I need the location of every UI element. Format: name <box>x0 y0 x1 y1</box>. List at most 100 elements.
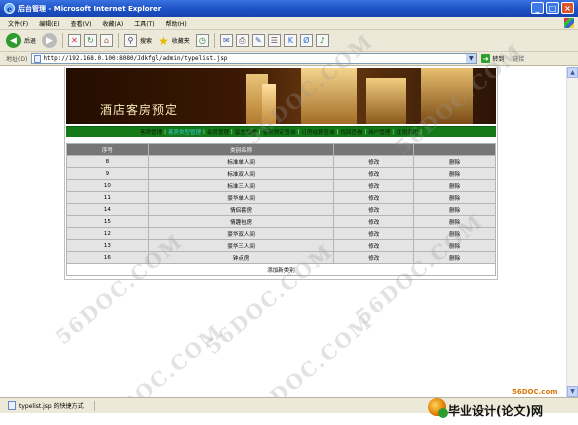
hotel-banner: 酒店客房预定 <box>66 68 496 124</box>
nav-find-view[interactable]: 找回查看 <box>339 128 363 136</box>
page-icon <box>8 401 16 410</box>
menu-edit[interactable]: 编辑(E) <box>39 19 59 28</box>
edit-link[interactable]: 修改 <box>333 227 415 240</box>
nav-room-management[interactable]: 客房管理 <box>139 128 163 136</box>
menu-help[interactable]: 帮助(H) <box>166 19 187 28</box>
nav-user-management[interactable]: 用户管理 <box>367 128 391 136</box>
delete-link[interactable]: 删除 <box>413 239 496 252</box>
row-id: 12 <box>66 227 149 240</box>
nav-checkout-query[interactable]: 订房结算查询 <box>300 128 335 136</box>
edit-icon[interactable]: ✎ <box>251 34 265 47</box>
window-controls: _ □ × <box>531 2 574 14</box>
column-header-delete <box>413 143 496 156</box>
media-icon[interactable]: ♪ <box>315 34 329 47</box>
scroll-up-icon[interactable]: ▲ <box>567 67 578 78</box>
menu-tools[interactable]: 工具(T) <box>134 19 154 28</box>
table-row: 14 情侣套房 修改 删除 <box>66 203 496 216</box>
address-url[interactable]: http://192.168.0.100:8080/Jdkfgl/admin/t… <box>43 55 227 62</box>
delete-link[interactable]: 删除 <box>413 179 496 192</box>
edit-link[interactable]: 修改 <box>333 215 415 228</box>
search-button-label[interactable]: 搜索 <box>140 36 152 45</box>
row-id: 10 <box>66 179 149 192</box>
page-content: 酒店客房预定 客房管理 | 客房类型管理 | 会员管理 | 留言管理 | 客房预定查询 |… <box>0 29 566 425</box>
go-button[interactable]: ➜ 转到 <box>481 54 504 63</box>
delete-link[interactable]: 删除 <box>413 215 496 228</box>
address-input[interactable]: http://192.168.0.100:8080/Jdkfgl/admin/t… <box>31 53 478 64</box>
add-type-link[interactable]: 添加新类别 <box>66 263 496 276</box>
table-row: 11 豪华单人间 修改 删除 <box>66 191 496 204</box>
vertical-scrollbar[interactable]: ▲ ▼ <box>566 67 578 397</box>
row-type-name: 标准双人间 <box>147 167 335 180</box>
banner-building <box>262 84 276 124</box>
banner-building <box>366 78 406 124</box>
row-type-name: 情趣包房 <box>147 215 335 228</box>
discuss-icon[interactable]: ☰ <box>267 34 281 47</box>
delete-link[interactable]: 删除 <box>413 203 496 216</box>
close-button[interactable]: × <box>561 2 574 14</box>
nav-logout[interactable]: 注销退出 <box>395 128 419 136</box>
chevron-down-icon[interactable]: ▼ <box>466 54 477 63</box>
stop-icon[interactable]: ✕ <box>68 34 82 47</box>
nav-room-type-management[interactable]: 客房类型管理 <box>167 128 202 136</box>
edit-link[interactable]: 修改 <box>333 239 415 252</box>
refresh-icon[interactable]: ↻ <box>84 34 98 47</box>
search-icon[interactable]: ⚲ <box>124 34 138 47</box>
delete-link[interactable]: 删除 <box>413 167 496 180</box>
messenger-icon[interactable]: K <box>283 34 297 47</box>
table-header-row: 序号 类别名称 <box>66 143 496 156</box>
column-header-name: 类别名称 <box>147 143 335 156</box>
table-row: 10 标准三人间 修改 删除 <box>66 179 496 192</box>
menu-file[interactable]: 文件(F) <box>8 19 28 28</box>
minimize-button[interactable]: _ <box>531 2 544 14</box>
row-type-name: 豪华双人间 <box>147 227 335 240</box>
links-button[interactable]: 链接 <box>512 54 524 63</box>
back-button-label[interactable]: 后退 <box>24 36 36 45</box>
mail-icon[interactable]: ✉ <box>219 34 233 47</box>
home-icon[interactable]: ⌂ <box>100 34 114 47</box>
windows-flag-icon <box>564 18 574 28</box>
delete-link[interactable]: 删除 <box>413 191 496 204</box>
table-row: 8 标准单人间 修改 删除 <box>66 155 496 168</box>
row-type-name: 豪华单人间 <box>147 191 335 204</box>
status-text: typelist.jsp 的快捷方式 <box>19 403 84 410</box>
row-type-name: 钟点房 <box>147 251 335 264</box>
table-row: 13 豪华三人间 修改 删除 <box>66 239 496 252</box>
history-icon[interactable]: ◷ <box>195 34 209 47</box>
go-arrow-icon: ➜ <box>481 54 491 63</box>
favorites-button-label[interactable]: 收藏夹 <box>172 36 190 45</box>
nav-booking-query[interactable]: 客房预定查询 <box>262 128 297 136</box>
nav-divider: | <box>420 129 422 135</box>
menu-favorites[interactable]: 收藏(A) <box>102 19 123 28</box>
address-label: 地址(D) <box>6 56 28 63</box>
banner-building <box>301 68 357 124</box>
delete-link[interactable]: 删除 <box>413 251 496 264</box>
edit-link[interactable]: 修改 <box>333 167 415 180</box>
research-icon[interactable]: Ø <box>299 34 313 47</box>
forward-arrow-icon[interactable]: ▶ <box>42 33 58 48</box>
edit-link[interactable]: 修改 <box>333 203 415 216</box>
favorites-star-icon[interactable]: ★ <box>158 34 169 48</box>
column-header-id: 序号 <box>66 143 149 156</box>
row-id: 16 <box>66 251 149 264</box>
column-header-edit <box>333 143 415 156</box>
table-row: 9 标准双人间 修改 删除 <box>66 167 496 180</box>
nav-message-management[interactable]: 留言管理 <box>234 128 258 136</box>
edit-link[interactable]: 修改 <box>333 191 415 204</box>
nav-member-management[interactable]: 会员管理 <box>206 128 230 136</box>
edit-link[interactable]: 修改 <box>333 251 415 264</box>
row-id: 11 <box>66 191 149 204</box>
go-button-label: 转到 <box>492 56 505 63</box>
maximize-button[interactable]: □ <box>546 2 559 14</box>
edit-link[interactable]: 修改 <box>333 155 415 168</box>
delete-link[interactable]: 删除 <box>413 227 496 240</box>
back-arrow-icon[interactable]: ◀ <box>6 33 21 48</box>
row-id: 9 <box>66 167 149 180</box>
table-row: 15 情趣包房 修改 删除 <box>66 215 496 228</box>
edit-link[interactable]: 修改 <box>333 179 415 192</box>
brand-url: 56DOC.com <box>512 388 558 396</box>
menu-view[interactable]: 查看(V) <box>71 19 92 28</box>
status-separator <box>93 400 95 411</box>
delete-link[interactable]: 删除 <box>413 155 496 168</box>
scroll-down-icon[interactable]: ▼ <box>567 386 578 397</box>
print-icon[interactable]: ⎙ <box>235 34 249 47</box>
